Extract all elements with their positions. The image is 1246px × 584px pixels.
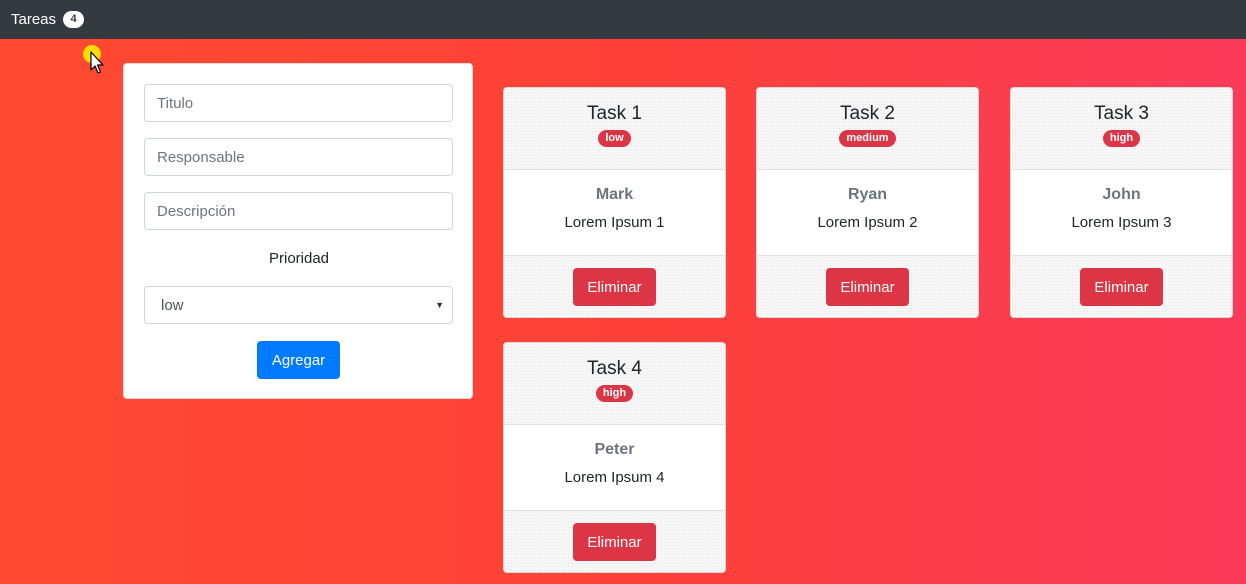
task-title: Task 3 (1094, 103, 1149, 124)
priority-badge: high (1102, 130, 1141, 147)
priority-badge: low (598, 130, 631, 147)
card-footer: Eliminar (1011, 255, 1232, 317)
task-responsible: John (1102, 186, 1141, 203)
priority-badge: medium (839, 130, 896, 147)
card-header: Task 3 high (1011, 88, 1232, 170)
task-responsible: Mark (595, 186, 634, 203)
delete-task-button[interactable]: Eliminar (573, 268, 656, 306)
task-card: Task 2 medium Ryan Lorem Ipsum 2 Elimina… (756, 87, 979, 318)
task-count-badge: 4 (63, 11, 85, 28)
navbar: Tareas 4 (0, 0, 1246, 39)
mouse-cursor-icon (83, 45, 104, 74)
card-footer: Eliminar (757, 255, 978, 317)
card-body: Peter Lorem Ipsum 4 (504, 425, 725, 510)
responsible-input[interactable] (144, 138, 453, 176)
caret-down-icon: ▼ (435, 300, 444, 310)
task-title: Task 1 (587, 103, 642, 124)
delete-task-button[interactable]: Eliminar (573, 523, 656, 561)
task-responsible: Ryan (847, 186, 888, 203)
delete-task-button[interactable]: Eliminar (1080, 268, 1163, 306)
task-description: Lorem Ipsum 4 (564, 469, 665, 486)
priority-label: Prioridad (268, 250, 330, 267)
task-title: Task 2 (840, 103, 895, 124)
priority-badge: high (595, 385, 634, 402)
card-header: Task 2 medium (757, 88, 978, 170)
task-card: Task 3 high John Lorem Ipsum 3 Eliminar (1010, 87, 1233, 318)
card-body: John Lorem Ipsum 3 (1011, 170, 1232, 255)
priority-select[interactable]: low ▼ (144, 286, 453, 324)
navbar-brand[interactable]: Tareas (11, 11, 56, 28)
delete-task-button[interactable]: Eliminar (826, 268, 909, 306)
task-form: Prioridad low ▼ Agregar (123, 63, 473, 399)
task-responsible: Peter (594, 441, 635, 458)
task-description: Lorem Ipsum 2 (817, 214, 918, 231)
task-description: Lorem Ipsum 1 (564, 214, 665, 231)
task-description: Lorem Ipsum 3 (1071, 214, 1172, 231)
title-input[interactable] (144, 84, 453, 122)
task-title: Task 4 (587, 358, 642, 379)
task-card: Task 4 high Peter Lorem Ipsum 4 Eliminar (503, 342, 726, 573)
card-footer: Eliminar (504, 255, 725, 317)
card-footer: Eliminar (504, 510, 725, 572)
description-input[interactable] (144, 192, 453, 230)
card-header: Task 1 low (504, 88, 725, 170)
card-body: Ryan Lorem Ipsum 2 (757, 170, 978, 255)
task-card: Task 1 low Mark Lorem Ipsum 1 Eliminar (503, 87, 726, 318)
priority-selected-value: low (161, 296, 184, 314)
card-header: Task 4 high (504, 343, 725, 425)
card-body: Mark Lorem Ipsum 1 (504, 170, 725, 255)
add-task-button[interactable]: Agregar (257, 341, 340, 379)
